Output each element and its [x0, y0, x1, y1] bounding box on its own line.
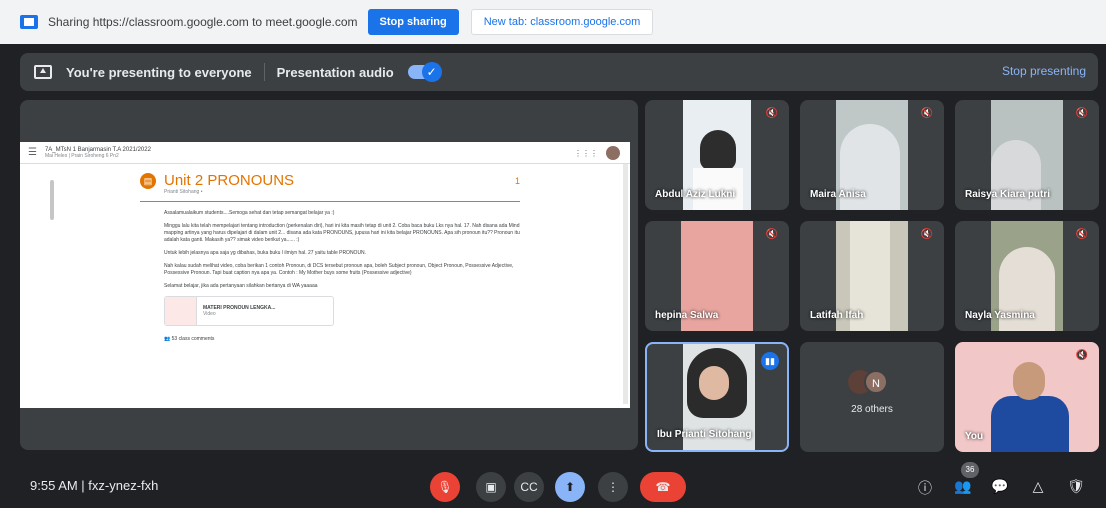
meeting-controls-bar: 9:55 AM | fxz-ynez-fxh 🎙 ▣ CC ⬆ ⋮ ☎ ⓘ 36…: [0, 458, 1106, 508]
assignment-author: Prianti Sitohang •: [164, 189, 203, 195]
captions-button[interactable]: CC: [514, 472, 544, 502]
stop-presenting-button[interactable]: Stop presenting: [1002, 64, 1086, 78]
participant-name: Raisya Kiara putri: [965, 189, 1051, 200]
scroll-indicator: [50, 180, 54, 220]
others-tile[interactable]: N 28 others: [800, 342, 944, 452]
assignment-title: Unit 2 PRONOUNS: [164, 172, 295, 189]
participant-tile[interactable]: 🔇 Latifah Ifah: [800, 221, 944, 331]
avatar-initial: N: [864, 370, 888, 394]
participant-tile[interactable]: 🔇 Abdul Aziz Lukni: [645, 100, 789, 210]
chat-icon[interactable]: 💬: [990, 478, 1010, 498]
paragraph: Selamat belajar, jika ada pertanyaan sil…: [164, 283, 318, 289]
video-feed: [700, 130, 736, 170]
paragraph: Nah kalau sudah melihat video, coba beri…: [164, 263, 514, 276]
shared-screen: ☰ 7A_MTsN 1 Banjarmasin T.A 2021/2022 Ma…: [20, 100, 638, 450]
mic-off-icon: 🔇: [1075, 108, 1089, 119]
class-name: 7A_MTsN 1 Banjarmasin T.A 2021/2022: [44, 146, 151, 153]
video-attachment: MATERI PRONOUN LENGKA... Video: [164, 296, 334, 326]
divider: [263, 63, 265, 81]
host-controls-icon[interactable]: 🛡: [1066, 478, 1086, 498]
screen-share-icon: [20, 15, 38, 29]
presenting-bar: You're presenting to everyone Presentati…: [20, 53, 1098, 91]
mic-off-icon: 🔇: [765, 229, 779, 240]
divider: [140, 201, 520, 202]
assignment-body: ▤ Unit 2 PRONOUNS 1 Prianti Sitohang • A…: [140, 172, 520, 342]
participant-name: Ibu Prianti Sitohang: [657, 429, 752, 440]
mic-off-icon: 🔇: [1075, 229, 1089, 240]
assignment-points: 1: [514, 176, 520, 186]
class-comments: 👥 53 class comments: [164, 336, 520, 342]
participant-tile[interactable]: 🔇 Maira Anisa: [800, 100, 944, 210]
others-count: 28 others: [851, 404, 893, 415]
classroom-page: ☰ 7A_MTsN 1 Banjarmasin T.A 2021/2022 Ma…: [20, 142, 630, 408]
mic-off-icon: 🔇: [765, 108, 779, 119]
camera-button[interactable]: ▣: [476, 472, 506, 502]
more-options-button[interactable]: ⋮: [598, 472, 628, 502]
activities-icon[interactable]: △: [1028, 478, 1048, 498]
participant-tile-self[interactable]: 🔇 You: [955, 342, 1099, 452]
participant-name: Maira Anisa: [810, 189, 866, 200]
scrollbar: [623, 164, 628, 404]
participant-tile[interactable]: 🔇 Nayla Yasmina: [955, 221, 1099, 331]
people-icon[interactable]: 👥: [953, 478, 973, 498]
mic-off-icon: 🔇: [920, 229, 934, 240]
classroom-header: ☰ 7A_MTsN 1 Banjarmasin T.A 2021/2022 Ma…: [20, 142, 630, 164]
class-subtitle: Mai Heles | Prain Siroheng 6 Pn2: [44, 152, 119, 159]
present-to-all-icon: [34, 65, 52, 79]
participant-name: Nayla Yasmina: [965, 310, 1035, 321]
video-thumbnail: [165, 297, 197, 325]
assignment-title-row: ▤ Unit 2 PRONOUNS: [140, 172, 520, 189]
sharing-text: Sharing https://classroom.google.com to …: [48, 15, 358, 29]
participant-tile[interactable]: 🔇 hepina Salwa: [645, 221, 789, 331]
people-count-badge: 36: [961, 462, 979, 478]
participant-name: Abdul Aziz Lukni: [655, 189, 736, 200]
check-icon: ✓: [421, 62, 442, 82]
video-feed: [699, 366, 729, 400]
participant-tile[interactable]: 🔇 Raisya Kiara putri: [955, 100, 1099, 210]
stop-sharing-button[interactable]: Stop sharing: [367, 9, 459, 35]
mic-off-icon: 🔇: [920, 108, 934, 119]
avatar: [606, 146, 620, 160]
apps-grid-icon: ⋮⋮⋮: [574, 149, 598, 158]
participant-name: Latifah Ifah: [810, 310, 864, 321]
participant-name: hepina Salwa: [655, 310, 719, 321]
paragraph: Untuk lebih jelasnya apa saja yg dibahas…: [164, 250, 367, 256]
info-icon[interactable]: ⓘ: [915, 478, 935, 498]
assignment-icon: ▤: [140, 172, 156, 189]
new-tab-button[interactable]: New tab: classroom.google.com: [470, 9, 654, 35]
paragraph: Assalamualaikum students....Semoga sehat…: [164, 210, 335, 216]
comments-count: 53 class comments: [171, 336, 215, 342]
present-now-button[interactable]: ⬆: [555, 472, 585, 502]
video-feed: [991, 396, 1069, 452]
people-icon: 👥: [164, 336, 172, 342]
mic-off-icon: 🔇: [1075, 350, 1089, 361]
menu-icon: ☰: [28, 147, 37, 158]
presenting-text: You're presenting to everyone: [66, 64, 252, 80]
participant-tile-active-speaker[interactable]: ▮▮ Ibu Prianti Sitohang: [645, 342, 789, 452]
participant-name: You: [965, 431, 984, 442]
video-feed: [1013, 362, 1045, 400]
meeting-time-code: 9:55 AM | fxz-ynez-fxh: [30, 478, 159, 493]
mic-off-button[interactable]: 🎙: [430, 472, 460, 502]
leave-call-button[interactable]: ☎: [640, 472, 686, 502]
sharing-bar: Sharing https://classroom.google.com to …: [0, 0, 1106, 44]
presentation-audio-label: Presentation audio: [276, 64, 394, 80]
presentation-audio-toggle[interactable]: ✓: [407, 62, 442, 82]
paragraph: Minggu lalu kita telah mempelajari tenta…: [164, 223, 520, 243]
attachment-type: Video: [203, 311, 216, 317]
speaking-indicator-icon: ▮▮: [761, 352, 779, 370]
